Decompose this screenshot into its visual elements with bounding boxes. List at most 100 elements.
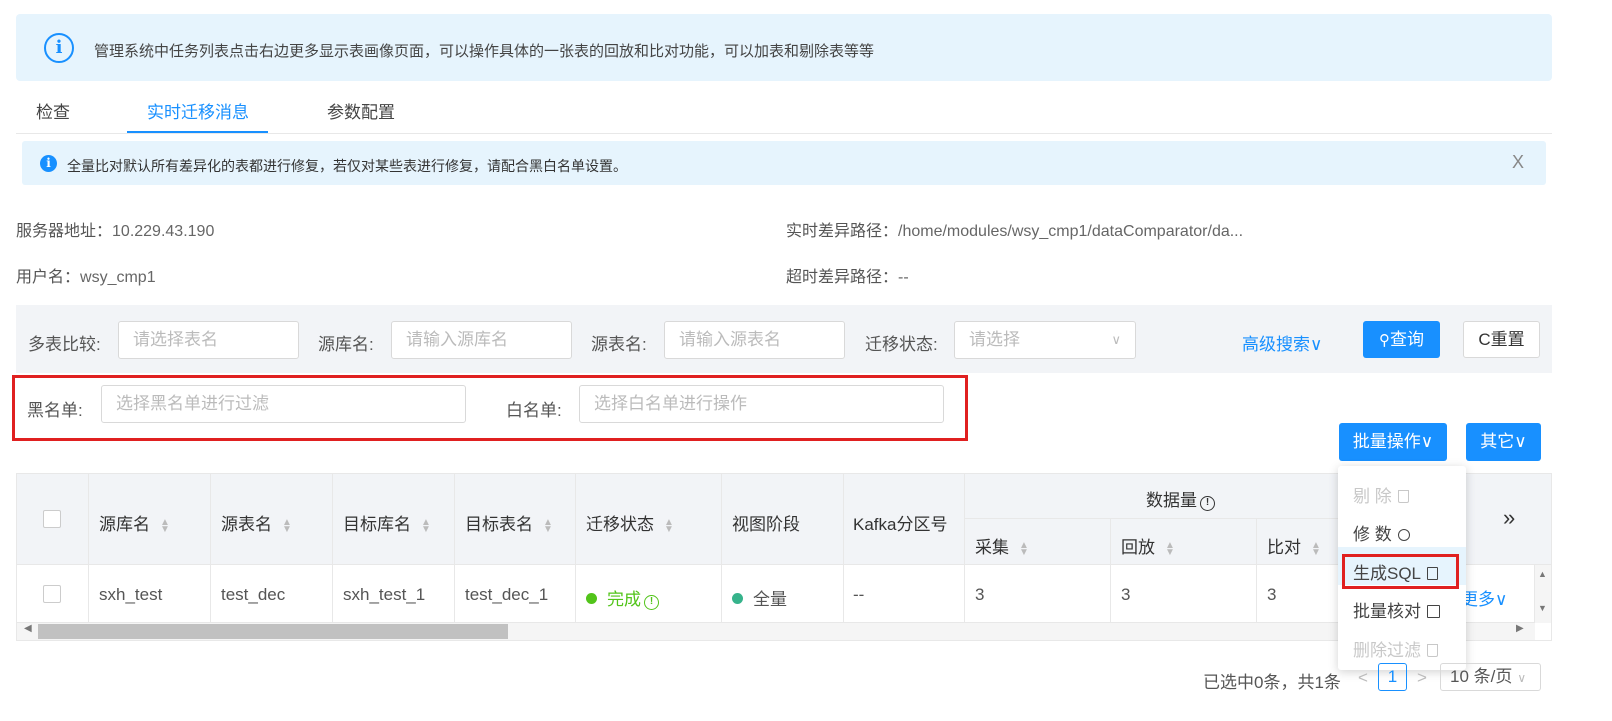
timeout-diff-path: 超时差异路径：--: [786, 263, 909, 287]
batch-operation-button[interactable]: 批量操作∨: [1339, 423, 1447, 461]
blacklist-label: 黑名单:: [27, 401, 83, 420]
info-icon[interactable]: !: [644, 595, 659, 610]
server-address: 服务器地址：10.229.43.190: [16, 217, 214, 241]
advanced-search-link[interactable]: 高级搜索∨: [1242, 330, 1322, 355]
chevron-down-icon: ∨: [1111, 332, 1121, 347]
menu-item-batch-check[interactable]: 批量核对: [1353, 597, 1440, 622]
cell-collect: 3: [975, 585, 985, 604]
source-db-label: 源库名:: [318, 335, 374, 354]
row-divider: [17, 564, 1551, 565]
migration-status-select[interactable]: 请选择 ∨: [954, 321, 1136, 359]
scroll-up-icon[interactable]: ▲: [1538, 569, 1547, 579]
cell-source-db: sxh_test: [99, 585, 163, 604]
column-divider: [1256, 519, 1257, 622]
row-checkbox[interactable]: [43, 585, 61, 603]
filter-bar: 多表比较: 请选择表名 源库名: 请输入源库名 源表名: 请输入源表名 迁移状态…: [16, 305, 1552, 373]
col-migration-status[interactable]: 迁移状态 ▲ ▼: [586, 510, 674, 535]
migration-status-label: 迁移状态:: [865, 335, 938, 354]
menu-item-delete-filter[interactable]: 删除过滤: [1353, 636, 1438, 661]
menu-item-delete-filter-label: 删除过滤: [1353, 641, 1421, 660]
col-data-volume: 数据量!: [1146, 486, 1215, 511]
source-table-input[interactable]: 请输入源表名: [664, 321, 845, 359]
realtime-diff-path-label: 实时差异路径：: [786, 223, 899, 240]
tab-check[interactable]: 检查: [36, 98, 70, 123]
sort-icon[interactable]: ▲ ▼: [1311, 540, 1321, 557]
blacklist-select[interactable]: 选择黑名单进行过滤: [101, 385, 466, 423]
cell-replay: 3: [1121, 585, 1131, 604]
tab-realtime-migration[interactable]: 实时迁移消息: [147, 98, 249, 123]
close-icon[interactable]: X: [1512, 152, 1524, 173]
info-banner-text: 管理系统中任务列表点击右边更多显示表画像页面，可以操作具体的一张表的回放和比对功…: [94, 43, 875, 60]
source-table-label: 源表名:: [591, 335, 647, 354]
sort-icon[interactable]: ▲ ▼: [664, 517, 674, 534]
col-target-table[interactable]: 目标表名 ▲ ▼: [465, 510, 553, 535]
clock-icon: [1397, 529, 1410, 541]
col-target-db-label: 目标库名: [343, 515, 411, 534]
username: 用户名：wsy_cmp1: [16, 263, 156, 287]
reset-button[interactable]: C重置: [1463, 321, 1540, 358]
col-target-table-label: 目标表名: [465, 515, 533, 534]
username-label: 用户名：: [16, 269, 81, 286]
horizontal-scroll-thumb[interactable]: [38, 624, 508, 639]
column-divider: [88, 474, 89, 622]
more-link[interactable]: 更多∨: [1461, 585, 1507, 610]
col-compare-label: 比对: [1267, 538, 1301, 557]
checkbox-icon: [1427, 605, 1440, 618]
col-source-db-label: 源库名: [99, 515, 150, 534]
header-divider: [964, 518, 1338, 519]
scroll-down-icon[interactable]: ▼: [1538, 603, 1547, 613]
reset-button-label: 重置: [1490, 330, 1525, 349]
sort-icon[interactable]: ▲ ▼: [160, 517, 170, 534]
col-compare[interactable]: 比对 ▲ ▼: [1267, 533, 1321, 558]
col-view-stage: 视图阶段: [732, 515, 800, 534]
realtime-diff-path: 实时差异路径：/home/modules/wsy_cmp1/dataCompar…: [786, 217, 1243, 241]
sort-icon[interactable]: ▲ ▼: [1019, 540, 1029, 557]
generate-sql-highlight: [1342, 554, 1459, 589]
select-all-checkbox[interactable]: [43, 510, 61, 528]
page-size-select[interactable]: 10 条/页 ∨: [1440, 663, 1541, 691]
expand-columns-icon[interactable]: »: [1503, 505, 1515, 531]
menu-item-remove-label: 剔 除: [1353, 487, 1392, 506]
other-button[interactable]: 其它∨: [1466, 423, 1541, 461]
search-button[interactable]: ⚲查询: [1363, 321, 1440, 358]
column-divider: [454, 474, 455, 622]
batch-operation-menu: 剔 除 修 数 生成SQL 批量核对 删除过滤: [1338, 466, 1466, 670]
col-source-db[interactable]: 源库名 ▲ ▼: [99, 510, 170, 535]
col-target-db[interactable]: 目标库名 ▲ ▼: [343, 510, 431, 535]
menu-item-repair[interactable]: 修 数: [1353, 520, 1410, 545]
chevron-down-icon: ∨: [1517, 671, 1527, 685]
whitelist-select[interactable]: 选择白名单进行操作: [579, 385, 944, 423]
info-icon: i: [44, 33, 74, 63]
col-replay[interactable]: 回放 ▲ ▼: [1121, 533, 1175, 558]
scroll-left-icon[interactable]: ◀: [24, 623, 32, 634]
multi-table-select[interactable]: 请选择表名: [118, 321, 299, 359]
active-tab-indicator: [127, 131, 268, 133]
cell-target-table: test_dec_1: [465, 585, 549, 604]
col-kafka-partition: Kafka分区号: [853, 515, 948, 534]
trash-icon: [1427, 644, 1438, 657]
column-divider: [1110, 519, 1111, 622]
tab-parameter-config[interactable]: 参数配置: [327, 98, 395, 123]
page-1-button[interactable]: 1: [1378, 663, 1407, 691]
cell-view-stage: 全量: [732, 585, 787, 610]
column-divider: [964, 474, 965, 622]
source-db-input[interactable]: 请输入源库名: [391, 321, 572, 359]
sort-icon[interactable]: ▲ ▼: [282, 517, 292, 534]
prev-page-button[interactable]: <: [1358, 668, 1368, 688]
status-dot: [586, 593, 597, 604]
menu-item-remove[interactable]: 剔 除: [1353, 482, 1409, 507]
col-collect-label: 采集: [975, 538, 1009, 557]
col-source-table[interactable]: 源表名 ▲ ▼: [221, 510, 292, 535]
server-address-value: 10.229.43.190: [112, 223, 215, 240]
info-banner: i 管理系统中任务列表点击右边更多显示表画像页面，可以操作具体的一张表的回放和比…: [16, 14, 1552, 81]
sort-icon[interactable]: ▲ ▼: [543, 517, 553, 534]
sort-icon[interactable]: ▲ ▼: [421, 517, 431, 534]
col-collect[interactable]: 采集 ▲ ▼: [975, 533, 1029, 558]
column-divider: [721, 474, 722, 622]
timeout-diff-path-value: --: [898, 269, 909, 286]
server-address-label: 服务器地址：: [16, 223, 113, 240]
col-data-volume-label: 数据量: [1146, 491, 1197, 510]
scroll-right-icon[interactable]: ▶: [1516, 623, 1524, 634]
sort-icon[interactable]: ▲ ▼: [1165, 540, 1175, 557]
next-page-button[interactable]: >: [1417, 668, 1427, 688]
